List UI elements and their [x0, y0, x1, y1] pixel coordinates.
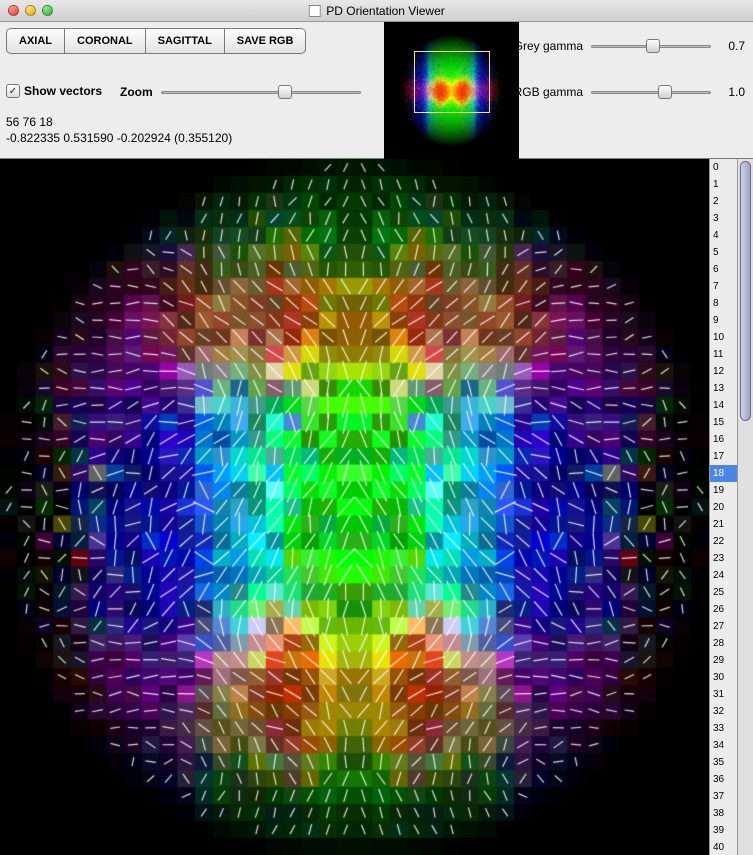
controls-panel: AXIAL CORONAL SAGITTAL SAVE RGB Show vec…: [0, 22, 753, 159]
slice-index[interactable]: 0: [710, 159, 737, 176]
slice-index[interactable]: 33: [710, 720, 737, 737]
slice-index[interactable]: 6: [710, 261, 737, 278]
slice-index[interactable]: 32: [710, 703, 737, 720]
slice-index[interactable]: 16: [710, 431, 737, 448]
slice-ruler[interactable]: 0123456789101112131415161718192021222324…: [709, 159, 737, 855]
slice-index[interactable]: 20: [710, 499, 737, 516]
vertical-scrollbar[interactable]: [737, 159, 753, 855]
grey-gamma-slider[interactable]: [591, 38, 711, 54]
vector-values: -0.822335 0.531590 -0.202924 (0.355120): [6, 130, 232, 146]
slice-index[interactable]: 14: [710, 397, 737, 414]
slice-index[interactable]: 19: [710, 482, 737, 499]
rgb-gamma-value: 1.0: [719, 85, 745, 99]
roi-rectangle[interactable]: [414, 51, 490, 113]
sagittal-button[interactable]: SAGITTAL: [146, 28, 225, 54]
slice-index[interactable]: 23: [710, 550, 737, 567]
zoom-slider[interactable]: [161, 84, 361, 100]
orientation-map[interactable]: [0, 159, 709, 855]
status-readout: 56 76 18 -0.822335 0.531590 -0.202924 (0…: [6, 114, 232, 146]
slice-index[interactable]: 26: [710, 601, 737, 618]
slice-index[interactable]: 5: [710, 244, 737, 261]
slice-index[interactable]: 35: [710, 754, 737, 771]
rgb-gamma-slider[interactable]: [591, 84, 711, 100]
window-minimize-button[interactable]: [25, 5, 36, 16]
color-map-canvas: [0, 159, 709, 855]
slice-index[interactable]: 10: [710, 329, 737, 346]
slice-index[interactable]: 36: [710, 771, 737, 788]
save-rgb-button[interactable]: SAVE RGB: [225, 28, 307, 54]
zoom-label: Zoom: [120, 85, 153, 99]
rgb-gamma-label: RGB gamma: [514, 85, 583, 99]
window-title: PD Orientation Viewer: [326, 4, 445, 18]
slice-index[interactable]: 9: [710, 312, 737, 329]
slice-index[interactable]: 28: [710, 635, 737, 652]
window-zoom-button[interactable]: [42, 5, 53, 16]
slice-index[interactable]: 30: [710, 669, 737, 686]
slice-index[interactable]: 4: [710, 227, 737, 244]
thumbnail-panel[interactable]: [384, 22, 519, 159]
slice-index[interactable]: 40: [710, 839, 737, 855]
slice-index[interactable]: 3: [710, 210, 737, 227]
scrollbar-thumb[interactable]: [740, 161, 751, 421]
grey-gamma-value: 0.7: [719, 39, 745, 53]
grey-gamma-label: Grey gamma: [514, 39, 583, 53]
view-buttons: AXIAL CORONAL SAGITTAL SAVE RGB: [6, 28, 306, 54]
slice-index[interactable]: 25: [710, 584, 737, 601]
slice-index[interactable]: 27: [710, 618, 737, 635]
slice-index[interactable]: 34: [710, 737, 737, 754]
axial-button[interactable]: AXIAL: [6, 28, 65, 54]
main-viewer: 0123456789101112131415161718192021222324…: [0, 159, 753, 855]
x11-icon: [308, 5, 320, 17]
titlebar: PD Orientation Viewer: [0, 0, 753, 22]
slice-index[interactable]: 29: [710, 652, 737, 669]
slice-index[interactable]: 12: [710, 363, 737, 380]
slice-index[interactable]: 1: [710, 176, 737, 193]
slice-index[interactable]: 39: [710, 822, 737, 839]
slice-index[interactable]: 18: [710, 465, 737, 482]
voxel-coords: 56 76 18: [6, 114, 232, 130]
slice-index[interactable]: 13: [710, 380, 737, 397]
slice-index[interactable]: 31: [710, 686, 737, 703]
slice-index[interactable]: 21: [710, 516, 737, 533]
slice-index[interactable]: 22: [710, 533, 737, 550]
slice-index[interactable]: 24: [710, 567, 737, 584]
show-vectors-label: Show vectors: [24, 84, 102, 98]
slice-index[interactable]: 11: [710, 346, 737, 363]
slice-index[interactable]: 7: [710, 278, 737, 295]
slice-index[interactable]: 37: [710, 788, 737, 805]
show-vectors-checkbox[interactable]: [6, 84, 20, 98]
coronal-button[interactable]: CORONAL: [65, 28, 146, 54]
slice-index[interactable]: 15: [710, 414, 737, 431]
slice-index[interactable]: 8: [710, 295, 737, 312]
slice-index[interactable]: 2: [710, 193, 737, 210]
window-close-button[interactable]: [8, 5, 19, 16]
slice-index[interactable]: 38: [710, 805, 737, 822]
slice-index[interactable]: 17: [710, 448, 737, 465]
